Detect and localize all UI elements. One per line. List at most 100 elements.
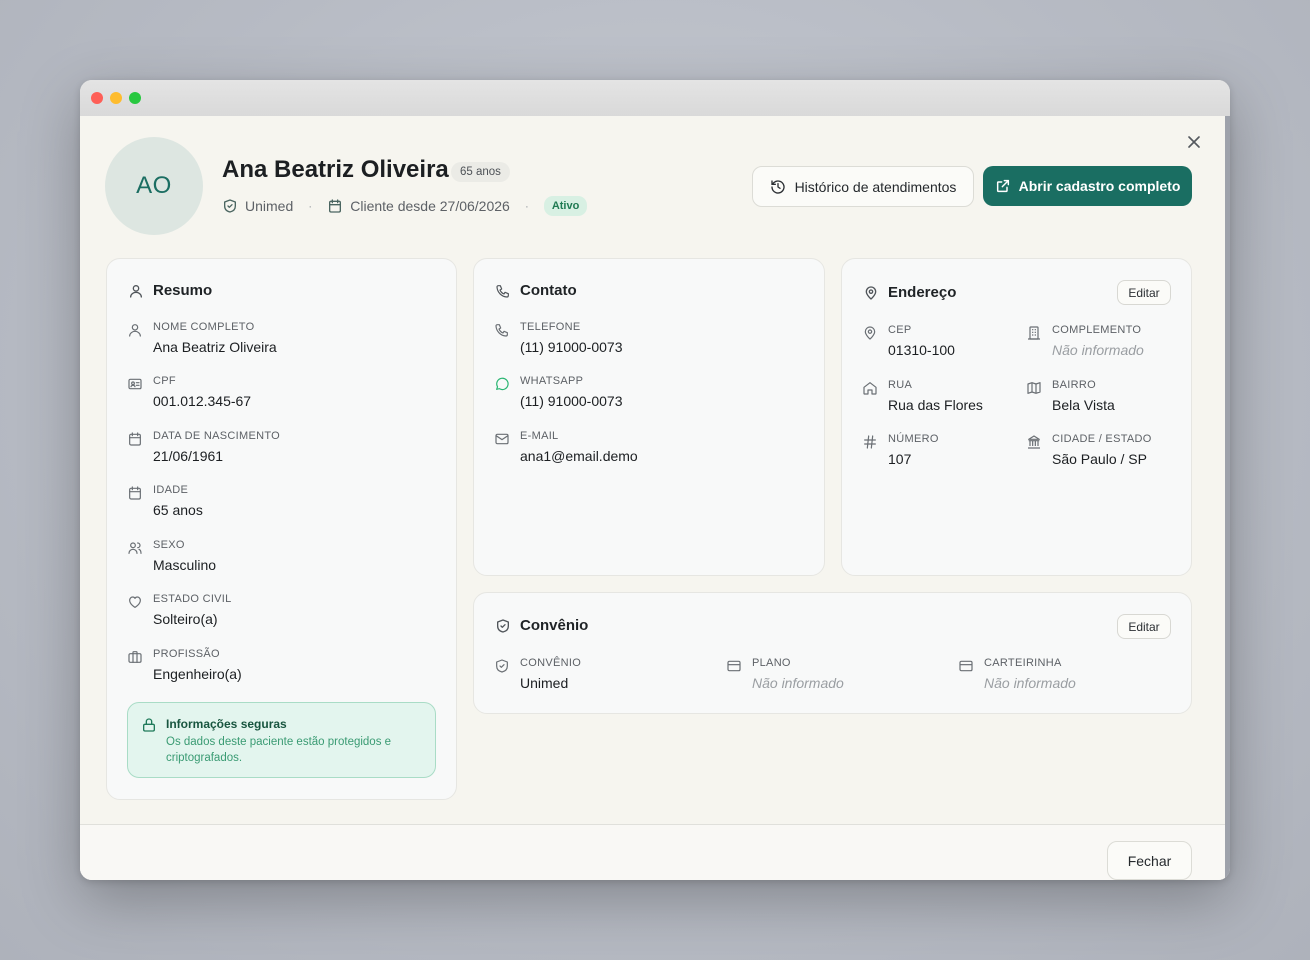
field-complement: COMPLEMENTO Não informado xyxy=(1026,324,1176,364)
close-button[interactable]: Fechar xyxy=(1107,841,1192,880)
edit-address-button[interactable]: Editar xyxy=(1117,280,1171,305)
field-value: Unimed xyxy=(520,675,569,691)
history-icon xyxy=(770,179,786,195)
map-icon xyxy=(1026,380,1042,396)
field-number: NÚMERO 107 xyxy=(862,433,1012,473)
secure-info-title: Informações seguras xyxy=(166,717,287,731)
shield-icon xyxy=(222,198,238,214)
field-value: 21/06/1961 xyxy=(153,448,224,464)
window-titlebar xyxy=(80,80,1230,116)
address-title: Endereço xyxy=(863,284,956,301)
card-icon xyxy=(726,658,742,674)
summary-title-text: Resumo xyxy=(153,282,213,299)
field-label: NOME COMPLETO xyxy=(153,321,255,333)
card-icon xyxy=(958,658,974,674)
insurance-title-text: Convênio xyxy=(520,617,589,634)
field-value: Ana Beatriz Oliveira xyxy=(153,339,277,355)
field-label: CEP xyxy=(888,324,912,336)
edit-insurance-button[interactable]: Editar xyxy=(1117,614,1171,639)
modal-content: AO Ana Beatriz Oliveira 65 anos Unimed ·… xyxy=(80,116,1225,880)
contact-title-text: Contato xyxy=(520,282,577,299)
field-label: ESTADO CIVIL xyxy=(153,593,232,605)
shield-icon xyxy=(495,618,511,634)
contact-card: Contato TELEFONE (11) 91000-0073 WHATSAP… xyxy=(473,258,825,576)
contact-title: Contato xyxy=(495,282,577,299)
external-link-icon xyxy=(995,178,1011,194)
client-since: Cliente desde 27/06/2026 xyxy=(350,198,510,214)
field-label: DATA DE NASCIMENTO xyxy=(153,430,281,442)
field-sex: SEXO Masculino xyxy=(127,539,427,579)
secure-info-text: Os dados deste paciente estão protegidos… xyxy=(166,736,392,764)
landmark-icon xyxy=(1026,434,1042,450)
field-value: Não informado xyxy=(1052,342,1144,358)
field-value: (11) 91000-0073 xyxy=(520,393,623,409)
field-marital-status: ESTADO CIVIL Solteiro(a) xyxy=(127,593,427,633)
user-icon xyxy=(127,322,143,338)
field-label: CONVÊNIO xyxy=(520,657,582,669)
field-value: Masculino xyxy=(153,557,217,573)
field-phone: TELEFONE (11) 91000-0073 xyxy=(494,321,794,361)
field-value: Não informado xyxy=(752,675,844,691)
field-value: Engenheiro(a) xyxy=(153,666,242,682)
meta-separator: · xyxy=(524,199,529,213)
field-label: COMPLEMENTO xyxy=(1052,324,1142,336)
field-age: IDADE 65 anos xyxy=(127,484,427,524)
field-value: ana1@email.demo xyxy=(520,448,638,464)
history-button-label: Histórico de atendimentos xyxy=(794,178,957,195)
field-label: RUA xyxy=(888,379,913,391)
field-cpf: CPF 001.012.345-67 xyxy=(127,375,427,415)
avatar-initials: AO xyxy=(136,172,172,199)
open-full-record-button[interactable]: Abrir cadastro completo xyxy=(983,166,1192,206)
patient-modal-window: AO Ana Beatriz Oliveira 65 anos Unimed ·… xyxy=(80,80,1230,880)
secure-info-box: Informações seguras Os dados deste pacie… xyxy=(127,702,436,778)
window-minimize-dot[interactable] xyxy=(110,92,122,104)
field-label: CARTEIRINHA xyxy=(984,657,1062,669)
close-icon[interactable] xyxy=(1184,132,1204,152)
field-value: 01310-100 xyxy=(888,342,955,358)
history-button[interactable]: Histórico de atendimentos xyxy=(752,166,974,207)
insurance-name: Unimed xyxy=(245,198,294,214)
field-label: TELEFONE xyxy=(520,321,581,333)
avatar: AO xyxy=(105,137,203,235)
map-pin-icon xyxy=(863,285,879,301)
field-value: 65 anos xyxy=(153,502,203,518)
calendar-icon xyxy=(327,198,343,214)
status-badge: Ativo xyxy=(543,196,588,216)
field-label: CIDADE / ESTADO xyxy=(1052,433,1152,445)
field-label: SEXO xyxy=(153,539,185,551)
field-value: Não informado xyxy=(984,675,1076,691)
heart-icon xyxy=(127,594,143,610)
phone-icon xyxy=(494,322,510,338)
field-value: 001.012.345-67 xyxy=(153,393,252,409)
patient-meta: Unimed · Cliente desde 27/06/2026 · Ativ… xyxy=(222,196,588,216)
field-label: CPF xyxy=(153,375,176,387)
field-label: IDADE xyxy=(153,484,189,496)
field-label: PLANO xyxy=(752,657,791,669)
field-value: Solteiro(a) xyxy=(153,611,218,627)
modal-footer: Fechar xyxy=(80,824,1225,880)
field-neighborhood: BAIRRO Bela Vista xyxy=(1026,379,1176,419)
calendar-icon xyxy=(127,485,143,501)
hash-icon xyxy=(862,434,878,450)
patient-name: Ana Beatriz Oliveira xyxy=(222,156,449,183)
building-icon xyxy=(1026,325,1042,341)
address-card: Endereço Editar CEP 01310-100 COMPLEMENT… xyxy=(841,258,1192,576)
field-cep: CEP 01310-100 xyxy=(862,324,1012,364)
field-label: NÚMERO xyxy=(888,433,939,445)
address-title-text: Endereço xyxy=(888,284,957,301)
field-value: Bela Vista xyxy=(1052,397,1115,413)
users-icon xyxy=(127,540,143,556)
lock-icon xyxy=(141,717,157,733)
window-close-dot[interactable] xyxy=(91,92,103,104)
window-maximize-dot[interactable] xyxy=(129,92,141,104)
map-pin-icon xyxy=(862,325,878,341)
field-city-state: CIDADE / ESTADO São Paulo / SP xyxy=(1026,433,1176,473)
field-value: São Paulo / SP xyxy=(1052,451,1147,467)
field-street: RUA Rua das Flores xyxy=(862,379,1012,419)
whatsapp-icon xyxy=(494,376,510,392)
briefcase-icon xyxy=(127,649,143,665)
mail-icon xyxy=(494,431,510,447)
field-label: E-MAIL xyxy=(520,430,559,442)
field-profession: PROFISSÃO Engenheiro(a) xyxy=(127,648,427,688)
open-button-label: Abrir cadastro completo xyxy=(1018,178,1181,194)
